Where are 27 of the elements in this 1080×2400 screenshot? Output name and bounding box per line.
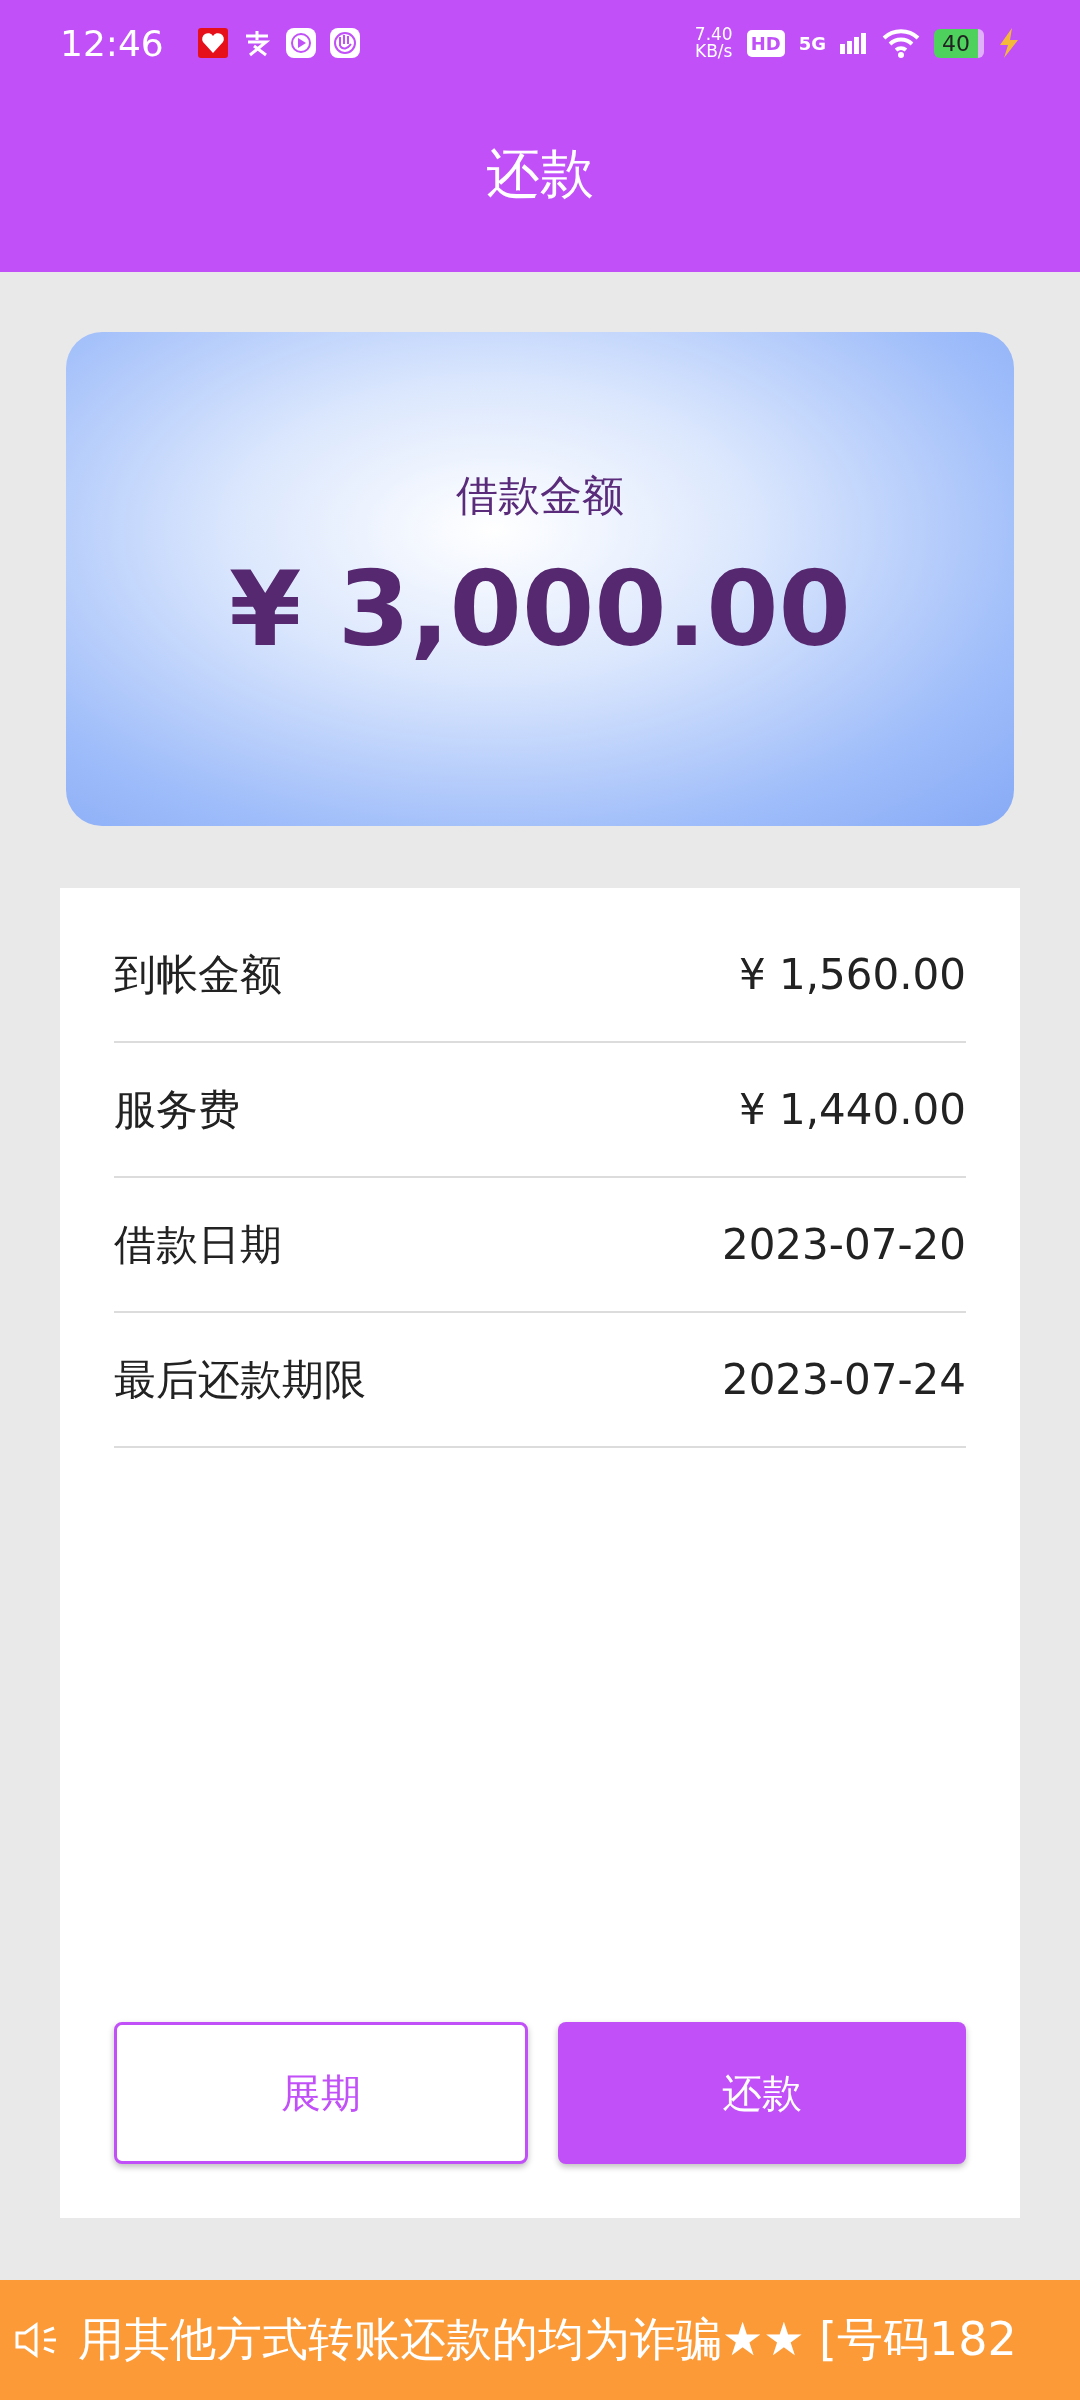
- play-icon: [285, 28, 316, 58]
- notice-text: 用其他方式转账还款的均为诈骗★★ [号码182: [78, 2311, 1017, 2368]
- net-speed: 7.40: [694, 26, 733, 43]
- app-icon: [197, 28, 228, 58]
- loan-amount: ¥ 3,000.00: [229, 548, 851, 670]
- repay-button[interactable]: 还款: [558, 2022, 966, 2164]
- extend-button[interactable]: 展期: [114, 2022, 528, 2164]
- net-speed-unit: KB/s: [695, 43, 733, 60]
- hand-icon: [329, 28, 360, 58]
- battery-level: 40: [934, 28, 984, 58]
- detail-label: 到帐金额: [114, 948, 282, 1001]
- speaker-icon: [14, 2322, 58, 2358]
- charging-icon: [998, 28, 1020, 58]
- hd-badge: HD: [746, 29, 785, 57]
- page-title: 还款: [485, 140, 595, 207]
- detail-value: ¥ 1,560.00: [738, 950, 966, 999]
- wifi-icon: [882, 28, 920, 58]
- loan-amount-label: 借款金额: [456, 470, 624, 522]
- detail-value: ¥ 1,440.00: [738, 1085, 966, 1134]
- detail-value: 2023-07-24: [721, 1355, 966, 1404]
- detail-label: 服务费: [114, 1083, 240, 1136]
- status-time: 12:46: [60, 22, 164, 64]
- network-type: 5G: [798, 32, 826, 54]
- detail-label: 借款日期: [114, 1218, 282, 1271]
- detail-value: 2023-07-20: [721, 1220, 966, 1269]
- detail-label: 最后还款期限: [114, 1353, 366, 1406]
- signal-icon: [840, 32, 868, 54]
